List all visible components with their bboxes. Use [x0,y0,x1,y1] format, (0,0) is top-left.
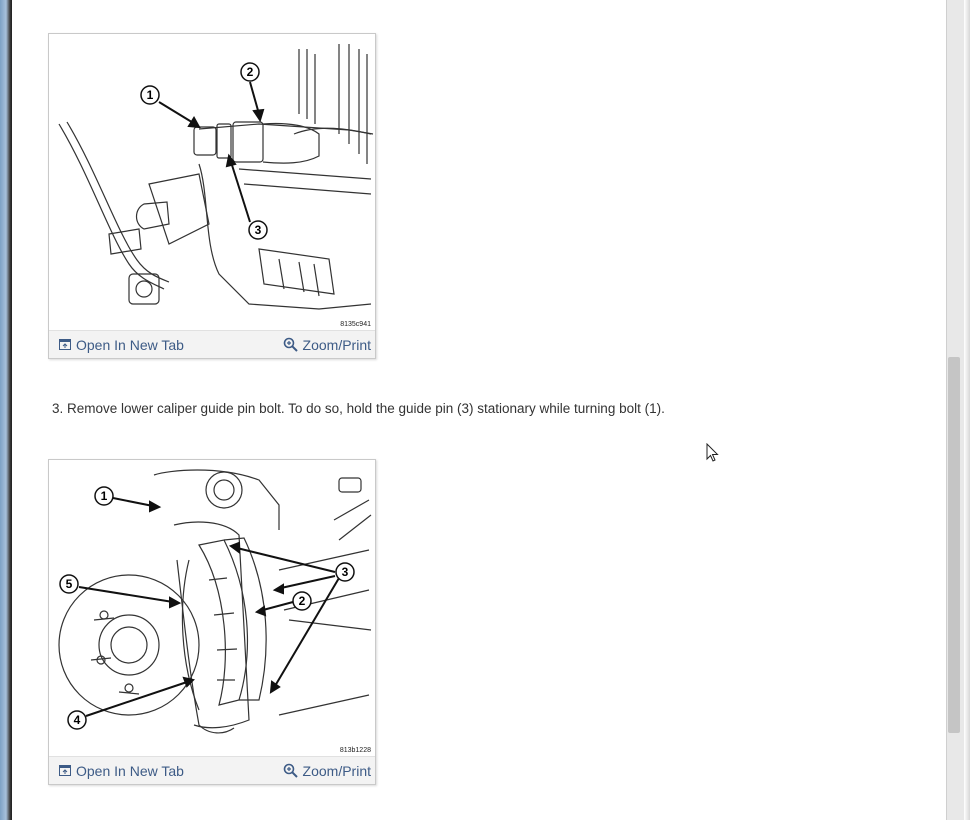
callout-3-label: 3 [342,565,349,579]
instruction-step-3: 3. Remove lower caliper guide pin bolt. … [52,401,665,416]
figure-caliper-guide-pin: 1 2 3 8135c941 Open In New Tab Zoom/Prin… [48,33,376,359]
figure-toolbar: Open In New Tab Zoom/Print [49,330,375,358]
callout-5-label: 5 [66,577,73,591]
open-in-new-tab-icon [59,339,71,350]
callout-1-label: 1 [101,489,108,503]
figure-code: 813b1228 [339,747,371,754]
figure-illustration: 1 2 3 4 5 813b1228 [49,460,375,756]
caliper-pads-line-drawing: 1 2 3 4 5 [58,469,372,734]
mouse-pointer-icon [706,443,719,462]
zoom-print-label: Zoom/Print [302,336,371,353]
zoom-print-label: Zoom/Print [302,762,371,779]
magnifier-zoom-icon [283,337,298,352]
magnifier-zoom-icon [283,763,298,778]
scrollbar-thumb[interactable] [948,357,960,733]
open-in-new-tab-button[interactable]: Open In New Tab [59,337,184,353]
callout-2-label: 2 [299,594,306,608]
figure-caliper-removal: 1 2 3 4 5 813b1228 Open In New Tab Zoom/… [48,459,376,785]
callout-4-label: 4 [74,713,81,727]
figure-code: 8135c941 [340,321,371,328]
callout-2-label: 2 [247,65,254,79]
callout-1-label: 1 [147,88,154,102]
open-in-new-tab-label: Open In New Tab [76,336,184,353]
figure-illustration: 1 2 3 8135c941 [49,34,375,330]
open-in-new-tab-label: Open In New Tab [76,762,184,779]
open-in-new-tab-button[interactable]: Open In New Tab [59,763,184,779]
zoom-print-button[interactable]: Zoom/Print [283,763,371,779]
zoom-print-button[interactable]: Zoom/Print [283,337,371,353]
content-divider [946,0,947,820]
open-in-new-tab-icon [59,765,71,776]
figure-toolbar: Open In New Tab Zoom/Print [49,756,375,784]
callout-3-label: 3 [255,223,262,237]
window-right-edge [964,0,970,820]
caliper-line-drawing: 1 2 3 [58,44,374,310]
article-content: 1 2 3 8135c941 Open In New Tab Zoom/Prin… [12,0,946,820]
window-left-edge [0,0,12,820]
